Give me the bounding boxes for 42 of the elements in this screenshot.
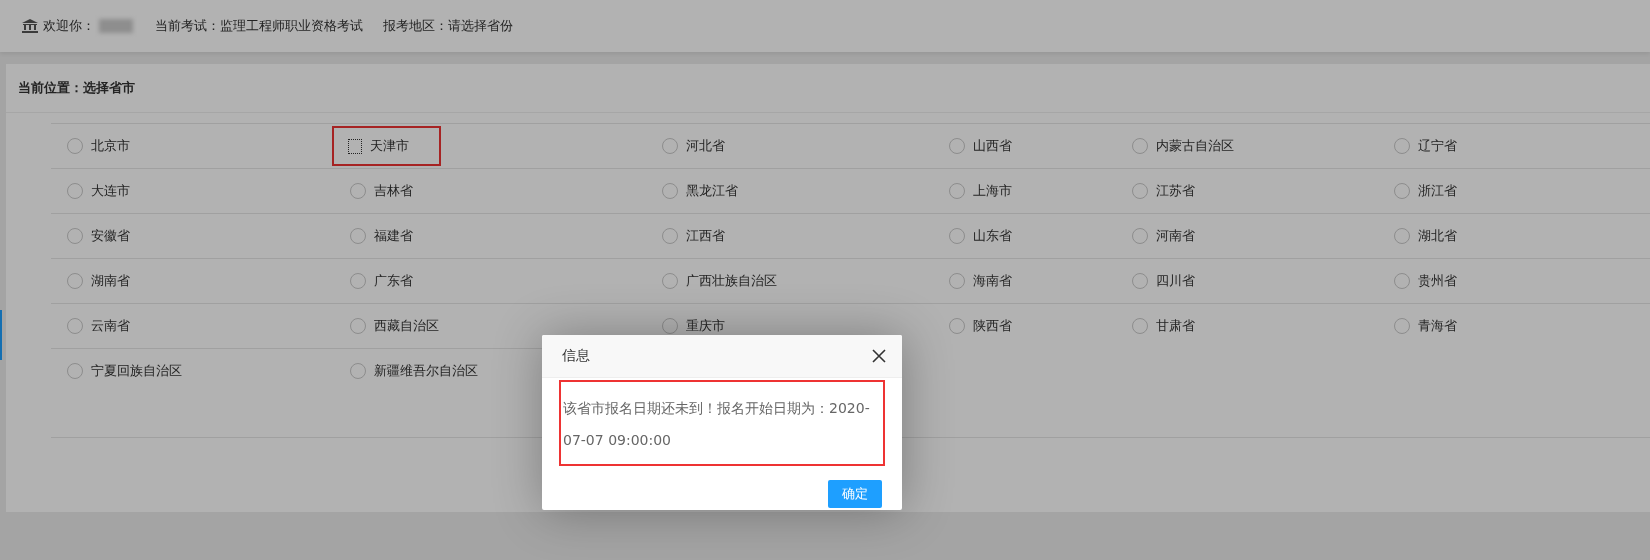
region-radio-option[interactable]: 贵州省 bbox=[1392, 270, 1459, 292]
region-radio-option[interactable]: 新疆维吾尔自治区 bbox=[348, 360, 480, 382]
region-radio-option[interactable]: 浙江省 bbox=[1392, 180, 1459, 202]
breadcrumb: 当前位置：选择省市 bbox=[6, 64, 1650, 113]
region-radio-option[interactable]: 山东省 bbox=[947, 225, 1014, 247]
blurred-name bbox=[99, 19, 133, 33]
region-radio-option[interactable]: 湖北省 bbox=[1392, 225, 1459, 247]
region-radio-option[interactable]: 重庆市 bbox=[660, 315, 727, 337]
region-radio-option[interactable]: 内蒙古自治区 bbox=[1130, 135, 1236, 157]
side-edge-marker bbox=[0, 310, 2, 360]
region-radio-option[interactable]: 大连市 bbox=[65, 180, 132, 202]
region-radio-option[interactable]: 福建省 bbox=[348, 225, 415, 247]
region-radio-option[interactable]: 甘肃省 bbox=[1130, 315, 1197, 337]
region-radio-option[interactable]: 云南省 bbox=[65, 315, 132, 337]
region-radio-option[interactable]: 北京市 bbox=[65, 135, 132, 157]
region-radio-option[interactable]: 安徽省 bbox=[65, 225, 132, 247]
region-radio-option[interactable]: 海南省 bbox=[947, 270, 1014, 292]
region-radio-option[interactable]: 黑龙江省 bbox=[660, 180, 740, 202]
region-radio-option[interactable]: 上海市 bbox=[947, 180, 1014, 202]
region-radio-option[interactable]: 湖南省 bbox=[65, 270, 132, 292]
welcome-label: 欢迎你： bbox=[43, 17, 95, 35]
dialog-message: 该省市报名日期还未到！报名开始日期为：2020-07-07 09:00:00 bbox=[559, 380, 885, 466]
region-radio-option[interactable]: 江苏省 bbox=[1130, 180, 1197, 202]
region-radio-option[interactable]: 河南省 bbox=[1130, 225, 1197, 247]
region-radio-option[interactable]: 西藏自治区 bbox=[348, 315, 441, 337]
region-radio-option[interactable]: 宁夏回族自治区 bbox=[65, 360, 184, 382]
region-radio-option[interactable]: 辽宁省 bbox=[1392, 135, 1459, 157]
close-icon[interactable] bbox=[872, 349, 886, 363]
region-radio-option[interactable]: 广东省 bbox=[348, 270, 415, 292]
region-radio-option[interactable]: 山西省 bbox=[947, 135, 1014, 157]
region-radio-option[interactable]: 江西省 bbox=[660, 225, 727, 247]
region-radio-option[interactable]: 青海省 bbox=[1392, 315, 1459, 337]
region-radio-option[interactable]: 天津市 bbox=[332, 126, 441, 166]
dialog-title: 信息 bbox=[562, 347, 590, 365]
region-radio-option[interactable]: 广西壮族自治区 bbox=[660, 270, 779, 292]
region-radio-option[interactable]: 陕西省 bbox=[947, 315, 1014, 337]
region-text: 报考地区：请选择省份 bbox=[383, 17, 513, 35]
region-radio-option[interactable]: 河北省 bbox=[660, 135, 727, 157]
bank-icon bbox=[22, 19, 38, 33]
current-exam-text: 当前考试：监理工程师职业资格考试 bbox=[155, 17, 363, 35]
region-radio-option[interactable]: 四川省 bbox=[1130, 270, 1197, 292]
region-radio-option[interactable]: 吉林省 bbox=[348, 180, 415, 202]
